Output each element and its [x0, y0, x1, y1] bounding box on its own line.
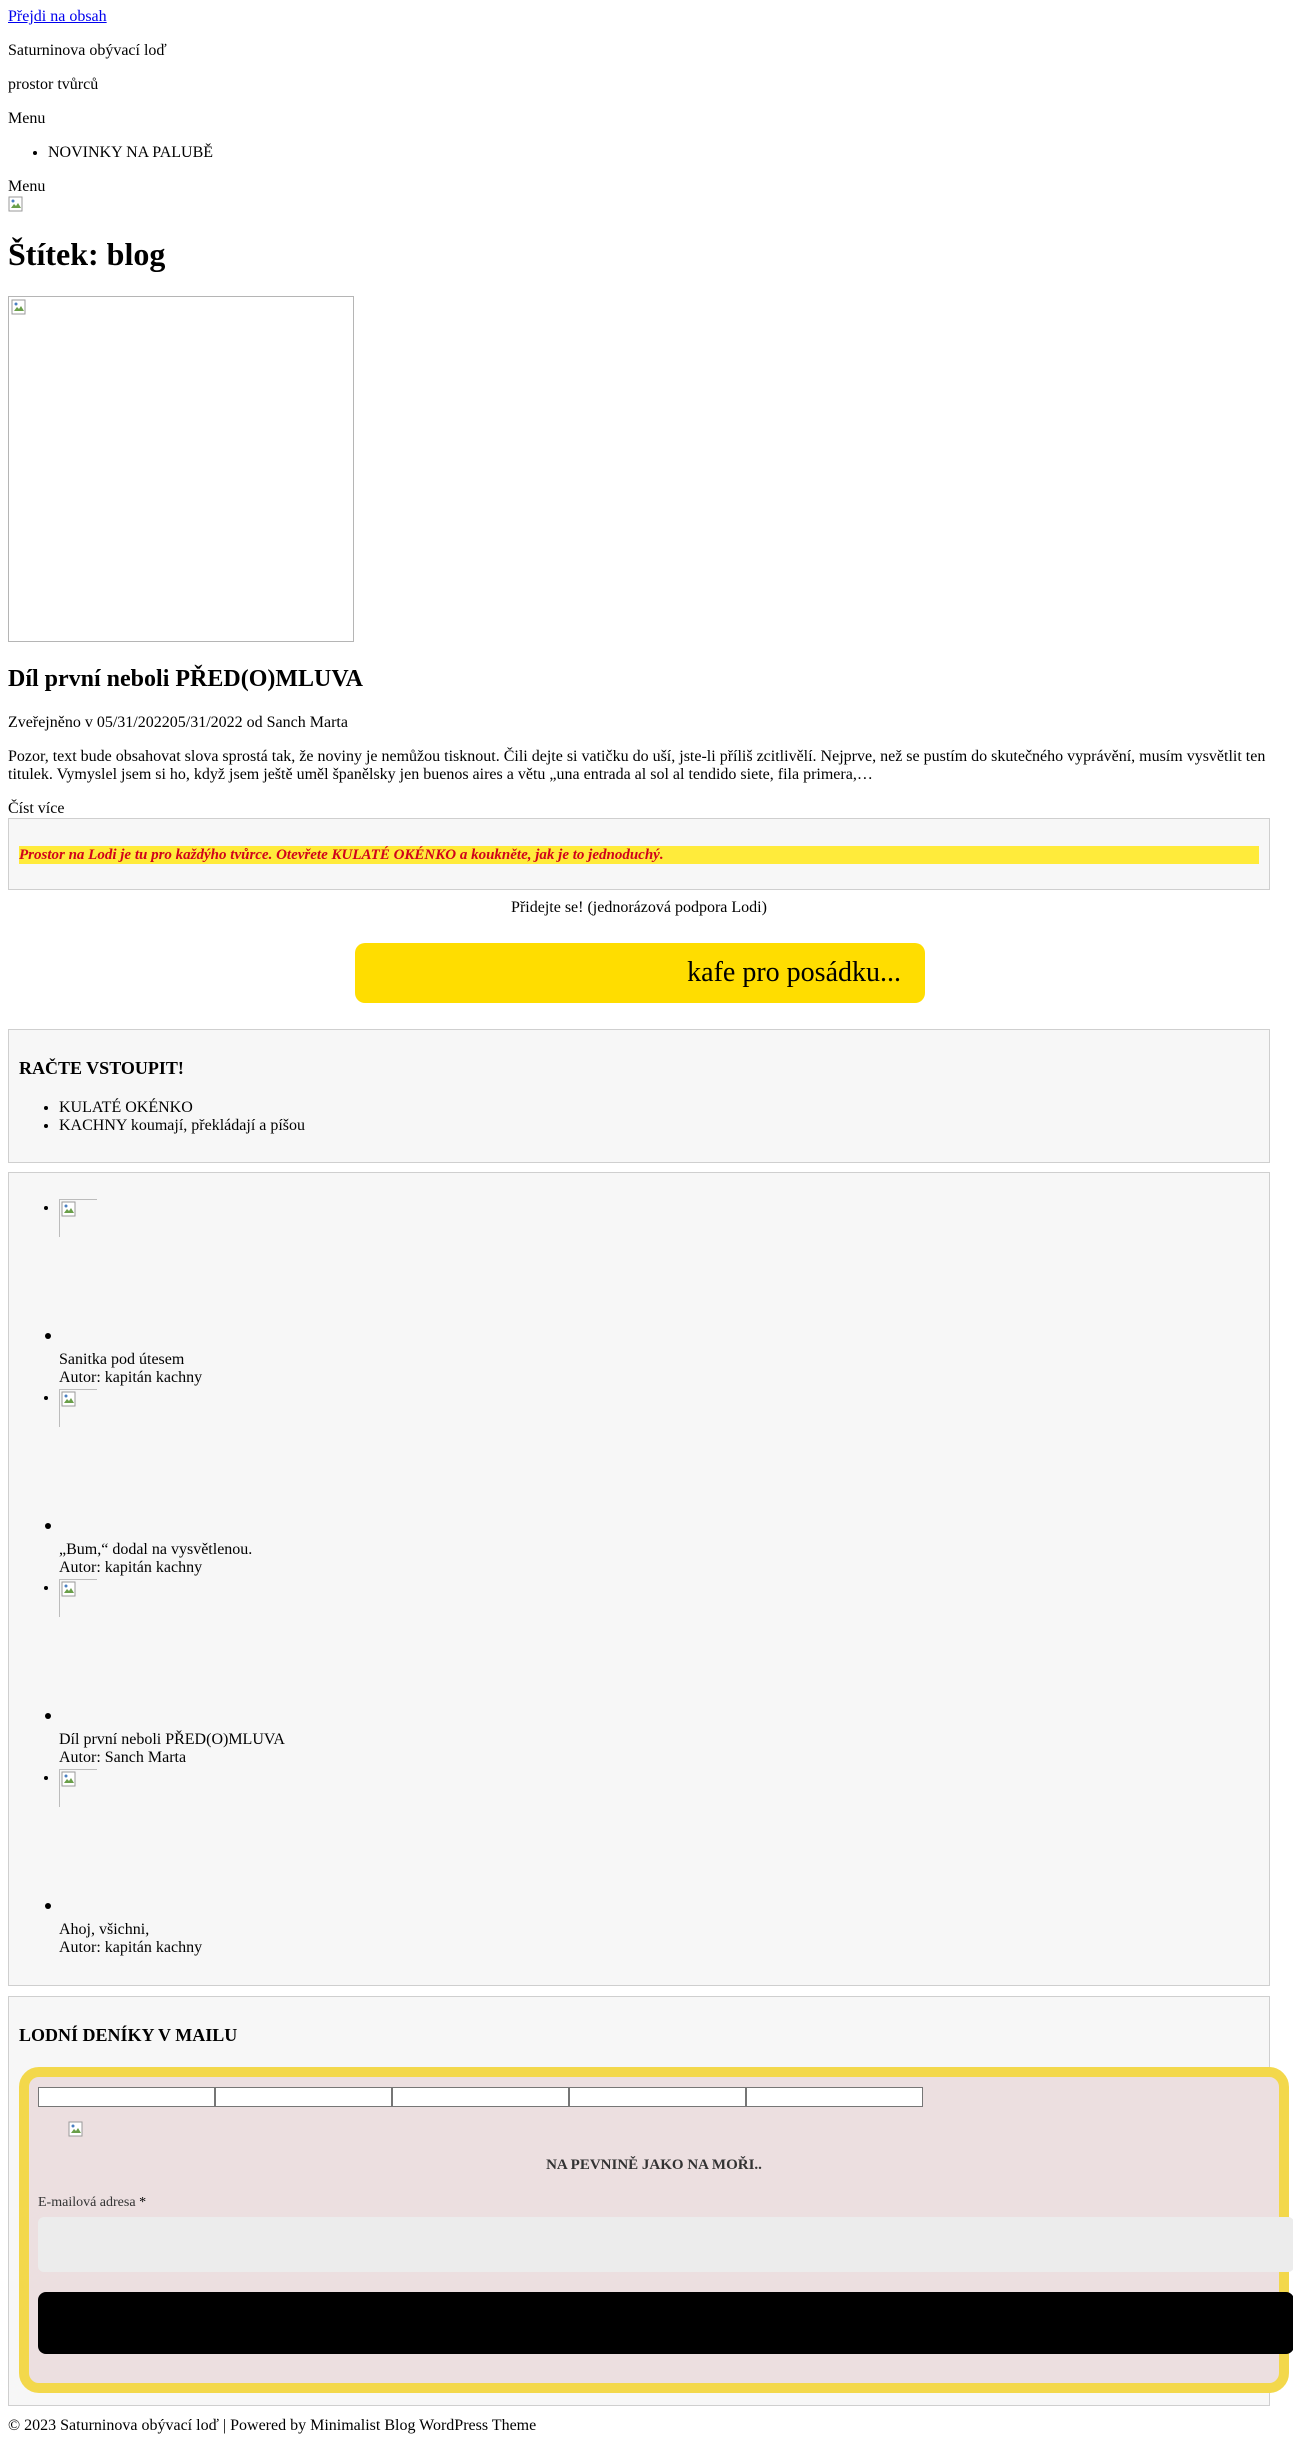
list-bullet	[45, 1333, 51, 1339]
form-field[interactable]	[569, 2087, 746, 2107]
recent-post-title[interactable]: „Bum,“ dodal na vysvětlenou.	[59, 1541, 252, 1559]
primary-nav: NOVINKY NA PALUBĚ	[48, 144, 213, 162]
list-bullet	[45, 1713, 51, 1719]
list-item[interactable]: Ahoj, všichni, Autor: kapitán kachny	[45, 1769, 1159, 1956]
subscribe-button[interactable]	[38, 2292, 1293, 2354]
support-text: Přidejte se! (jednorázová podpora Lodi)	[511, 899, 767, 916]
post-thumbnail[interactable]	[59, 1389, 97, 1427]
form-field[interactable]	[392, 2087, 569, 2107]
menu-toggle-secondary[interactable]: Menu	[8, 178, 45, 196]
post-excerpt: Pozor, text bude obsahovat slova sprostá…	[8, 748, 1266, 784]
broken-image-icon	[68, 2121, 84, 2137]
broken-image-icon	[11, 299, 27, 315]
recent-post-author: Autor: kapitán kachny	[59, 1939, 203, 1956]
hidden-fields-row	[38, 2087, 923, 2107]
email-label: E-mailová adresa *	[38, 2195, 146, 2211]
enter-links-list: KULATÉ OKÉNKO KACHNY koumají, překládají…	[59, 1099, 305, 1136]
enter-widget: RAČTE VSTOUPIT! KULATÉ OKÉNKO KACHNY kou…	[8, 1029, 1270, 1163]
broken-image-icon	[8, 196, 24, 212]
newsletter-heading: NA PEVNINĚ JAKO NA MOŘI..	[546, 2157, 762, 2173]
newsletter-form: NA PEVNINĚ JAKO NA MOŘI.. E-mailová adre…	[19, 2067, 1293, 2393]
widget-title: RAČTE VSTOUPIT!	[19, 1058, 184, 1078]
recent-post-title[interactable]: Sanitka pod útesem	[59, 1351, 184, 1369]
broken-image-icon	[61, 1201, 77, 1217]
footer-credits: © 2023 Saturninova obývací loď | Powered…	[8, 2417, 537, 2434]
broken-image-icon	[61, 1581, 77, 1597]
link-kachny[interactable]: KACHNY koumají, překládají a píšou	[59, 1117, 305, 1135]
list-item[interactable]: „Bum,“ dodal na vysvětlenou. Autor: kapi…	[45, 1389, 1159, 1576]
list-bullet	[45, 1903, 51, 1909]
recent-post-title[interactable]: Díl první neboli PŘED(O)MLUVA	[59, 1731, 285, 1749]
widget-title: LODNÍ DENÍKY V MAILU	[19, 2025, 238, 2045]
link-kulate-okenko[interactable]: KULATÉ OKÉNKO	[59, 1099, 305, 1117]
promo-widget: Prostor na Lodi je tu pro každýho tvůrce…	[8, 818, 1270, 890]
form-field[interactable]	[746, 2087, 923, 2107]
promo-text: Prostor na Lodi je tu pro každýho tvůrce…	[19, 847, 664, 863]
recent-post-title[interactable]: Ahoj, všichni,	[59, 1921, 149, 1939]
coffee-support-button[interactable]: kafe pro posádku...	[355, 943, 925, 1003]
site-title[interactable]: Saturninova obývací loď	[8, 42, 167, 60]
page-title: Štítek: blog	[8, 236, 166, 272]
recent-post-author: Autor: kapitán kachny	[59, 1369, 203, 1386]
post-thumbnail[interactable]	[59, 1199, 97, 1237]
list-item[interactable]: Sanitka pod útesem Autor: kapitán kachny	[45, 1199, 1159, 1386]
list-bullet	[45, 1523, 51, 1529]
form-field[interactable]	[38, 2087, 215, 2107]
post-thumbnail[interactable]	[59, 1769, 97, 1807]
post-featured-image[interactable]	[8, 296, 354, 642]
email-field[interactable]	[38, 2217, 1293, 2272]
site-description: prostor tvůrců	[8, 76, 99, 93]
post-title[interactable]: Díl první neboli PŘED(O)MLUVA	[8, 666, 363, 694]
required-mark: *	[139, 2195, 147, 2210]
email-label-text: E-mailová adresa	[38, 2195, 136, 2210]
broken-image-icon	[61, 1391, 77, 1407]
newsletter-widget: LODNÍ DENÍKY V MAILU NA PEVNINĚ JAKO NA …	[8, 1996, 1293, 2406]
broken-image-icon	[61, 1771, 77, 1787]
form-field[interactable]	[215, 2087, 392, 2107]
recent-post-author: Autor: Sanch Marta	[59, 1749, 187, 1766]
recent-post-author: Autor: kapitán kachny	[59, 1559, 203, 1576]
post-meta: Zveřejněno v 05/31/202205/31/2022 od San…	[8, 714, 348, 731]
read-more-link[interactable]: Číst více	[8, 800, 64, 818]
list-item[interactable]: Díl první neboli PŘED(O)MLUVA Autor: San…	[45, 1579, 1159, 1766]
skip-to-content-link[interactable]: Přejdi na obsah	[8, 8, 107, 26]
recent-posts-widget: Sanitka pod útesem Autor: kapitán kachny…	[8, 1172, 1270, 1986]
post-thumbnail[interactable]	[59, 1579, 97, 1617]
nav-item-novinky[interactable]: NOVINKY NA PALUBĚ	[48, 144, 213, 162]
menu-toggle[interactable]: Menu	[8, 110, 45, 128]
